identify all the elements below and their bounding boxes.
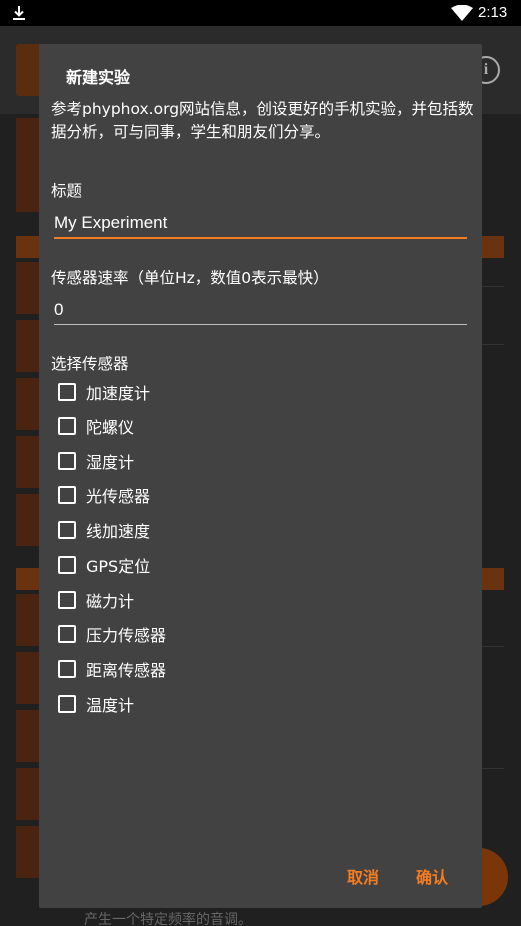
experiment-description: 产生一个特定频率的音调。 [84,912,252,926]
checkbox[interactable] [58,660,76,678]
dialog-title: 新建实验 [66,68,131,87]
checkbox[interactable] [58,591,76,609]
new-experiment-dialog: 新建实验 参考phyphox.org网站信息，创设更好的手机实验，并包括数据分析… [39,44,482,908]
checkbox[interactable] [58,452,76,470]
sensor-thermometer[interactable]: 温度计 [58,692,358,716]
sensor-gps[interactable]: GPS定位 [58,553,358,577]
confirm-button[interactable]: 确认 [416,864,448,888]
checkbox[interactable] [58,486,76,504]
sensor-linear-acceleration[interactable]: 线加速度 [58,518,358,542]
rate-field-label: 传感器速率（单位Hz，数值0表示最快） [51,269,329,287]
sensor-label: 磁力计 [86,592,135,611]
checkbox[interactable] [58,695,76,713]
title-input-underline [54,237,467,239]
sensor-label: GPS定位 [86,557,151,576]
checkbox[interactable] [58,417,76,435]
sensor-label: 温度计 [86,696,135,715]
sensor-magnetometer[interactable]: 磁力计 [58,588,358,612]
sensor-label: 压力传感器 [86,626,167,645]
cancel-button[interactable]: 取消 [347,864,379,888]
sensor-label: 湿度计 [86,453,135,472]
sensor-pressure[interactable]: 压力传感器 [58,622,358,646]
sensor-accelerometer[interactable]: 加速度计 [58,380,358,404]
sensor-label: 光传感器 [86,487,151,506]
sensor-gyroscope[interactable]: 陀螺仪 [58,414,358,438]
checkbox[interactable] [58,556,76,574]
sensor-rate-input[interactable] [54,295,467,325]
sensor-light[interactable]: 光传感器 [58,483,358,507]
sensor-label: 距离传感器 [86,661,167,680]
checkbox[interactable] [58,625,76,643]
sensor-proximity[interactable]: 距离传感器 [58,657,358,681]
sensor-label: 加速度计 [86,384,151,403]
checkbox[interactable] [58,383,76,401]
wifi-icon [451,5,473,21]
sensor-label: 陀螺仪 [86,418,135,437]
download-icon [13,6,25,20]
dialog-description: 参考phyphox.org网站信息，创设更好的手机实验，并包括数据分析，可与同事… [51,100,474,141]
title-field-label: 标题 [51,182,83,200]
rate-input-underline [54,324,467,325]
sensor-hygrometer[interactable]: 湿度计 [58,449,358,473]
clock: 2:13 [478,4,508,21]
sensor-label: 线加速度 [86,522,151,541]
checkbox[interactable] [58,521,76,539]
title-input[interactable] [54,208,467,238]
sensors-label: 选择传感器 [51,355,129,373]
status-bar: 2:13 [0,0,521,26]
